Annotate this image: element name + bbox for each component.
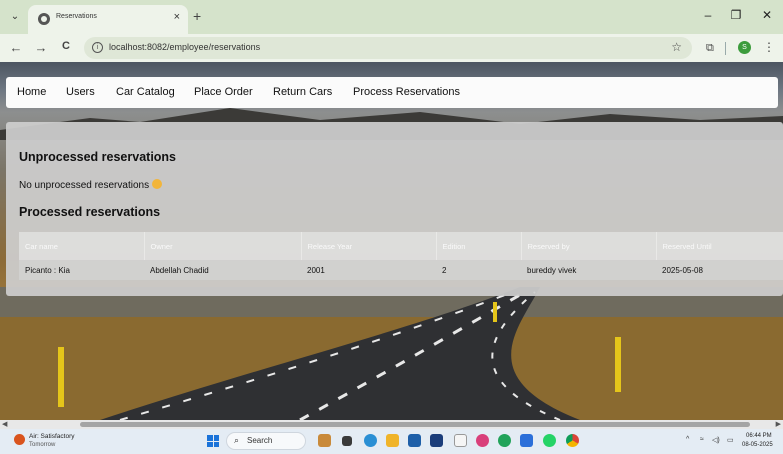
minimize-button[interactable]: – (698, 8, 718, 22)
close-window-button[interactable]: ✕ (757, 8, 777, 22)
main-navbar: Home Users Car Catalog Place Order Retur… (6, 77, 778, 108)
unprocessed-empty-message: No unprocessed reservations (19, 179, 163, 191)
nav-users[interactable]: Users (66, 86, 95, 98)
cell-edition: 2 (436, 260, 521, 280)
weather-subtext: Tomorrow (29, 442, 56, 448)
cell-owner: Abdellah Chadid (144, 260, 301, 280)
extensions-icon[interactable]: ⧉ (706, 42, 714, 55)
star-icon[interactable]: ☆ (671, 40, 682, 54)
browser-tab[interactable]: Reservations × (28, 5, 188, 34)
reservations-panel: Unprocessed reservations No unprocessed … (6, 122, 783, 296)
scroll-right-icon[interactable]: ▶ (776, 420, 781, 428)
app-icon[interactable] (430, 434, 443, 447)
task-view-icon[interactable] (342, 436, 352, 446)
page-viewport: Home Users Car Catalog Place Order Retur… (0, 62, 783, 420)
forward-button[interactable]: → (33, 40, 49, 55)
nav-car-catalog[interactable]: Car Catalog (116, 86, 175, 98)
restore-button[interactable]: ❐ (726, 8, 746, 22)
scroll-left-icon[interactable]: ◀ (2, 420, 7, 428)
cell-reserved-until: 2025-05-08 (656, 260, 783, 280)
nav-place-order[interactable]: Place Order (194, 86, 253, 98)
browser-tabstrip: ⌄ Reservations × + – ❐ ✕ (0, 0, 783, 34)
col-car-name: Car name (19, 232, 145, 260)
info-icon[interactable]: i (92, 42, 103, 53)
nav-process-reservations[interactable]: Process Reservations (353, 86, 460, 98)
processed-title: Processed reservations (19, 205, 161, 219)
address-bar-row: ← → C i localhost:8082/employee/reservat… (0, 34, 783, 62)
weather-icon[interactable] (14, 434, 25, 445)
tab-close-icon[interactable]: × (174, 11, 180, 23)
search-icon: ⌕ (234, 435, 240, 445)
volume-icon[interactable]: ◁) (712, 436, 720, 444)
taskbar-search-label: Search (247, 436, 273, 445)
clock-date[interactable]: 08-05-2025 (742, 442, 773, 448)
menu-icon[interactable]: ⋮ (763, 40, 775, 54)
clock-time[interactable]: 06:44 PM (746, 433, 772, 439)
start-icon[interactable] (207, 435, 219, 447)
widget-app-icon[interactable] (318, 434, 331, 447)
url-input[interactable]: i localhost:8082/employee/reservations ☆ (84, 37, 692, 59)
tab-search-icon[interactable]: ⌄ (7, 9, 23, 25)
app-icon-3[interactable] (498, 434, 511, 447)
horizontal-scrollbar[interactable]: ◀ ▶ (0, 420, 783, 429)
table-header-row: Car name Owner Release Year Edition Rese… (19, 232, 783, 260)
col-edition: Edition (436, 232, 522, 260)
cell-reserved-by: bureddy vivek (521, 260, 656, 280)
unprocessed-title: Unprocessed reservations (19, 150, 177, 164)
nav-home[interactable]: Home (17, 86, 46, 98)
taskbar-search[interactable]: ⌕ Search (226, 432, 306, 450)
cell-car-name: Picanto : Kia (19, 260, 144, 280)
url-text: localhost:8082/employee/reservations (109, 42, 261, 52)
processed-reservations-table: Car name Owner Release Year Edition Rese… (19, 232, 783, 280)
reload-button[interactable]: C (58, 40, 74, 52)
road-background (0, 287, 783, 420)
wifi-icon[interactable]: ≈ (700, 436, 704, 443)
battery-icon[interactable]: ▭ (727, 436, 734, 444)
weather-status: Air: Satisfactory (29, 433, 75, 440)
edge-icon[interactable] (364, 434, 377, 447)
tab-favicon-icon (38, 13, 50, 25)
toolbar-divider (725, 42, 726, 55)
file-explorer-icon[interactable] (386, 434, 399, 447)
back-button[interactable]: ← (8, 40, 24, 55)
col-reserved-by: Reserved by (521, 232, 657, 260)
amazon-icon[interactable] (454, 434, 467, 447)
chrome-icon[interactable] (566, 434, 579, 447)
store-icon[interactable] (408, 434, 421, 447)
tab-title: Reservations (56, 13, 97, 20)
profile-avatar[interactable]: S (738, 41, 751, 54)
nav-return-cars[interactable]: Return Cars (273, 86, 332, 98)
tray-chevron-icon[interactable]: ^ (686, 436, 689, 443)
app-icon-2[interactable] (476, 434, 489, 447)
whatsapp-icon[interactable] (543, 434, 556, 447)
col-reserved-until: Reserved Until (656, 232, 783, 260)
cell-release-year: 2001 (301, 260, 436, 280)
table-row: Picanto : Kia Abdellah Chadid 2001 2 bur… (19, 260, 783, 280)
word-icon[interactable] (520, 434, 533, 447)
col-owner: Owner (144, 232, 302, 260)
col-release-year: Release Year (301, 232, 437, 260)
scrollbar-thumb[interactable] (80, 422, 750, 427)
taskbar: Air: Satisfactory Tomorrow ⌕ Search ^ ≈ … (0, 429, 783, 454)
smile-emoji-icon (152, 179, 163, 189)
new-tab-button[interactable]: + (193, 8, 201, 24)
